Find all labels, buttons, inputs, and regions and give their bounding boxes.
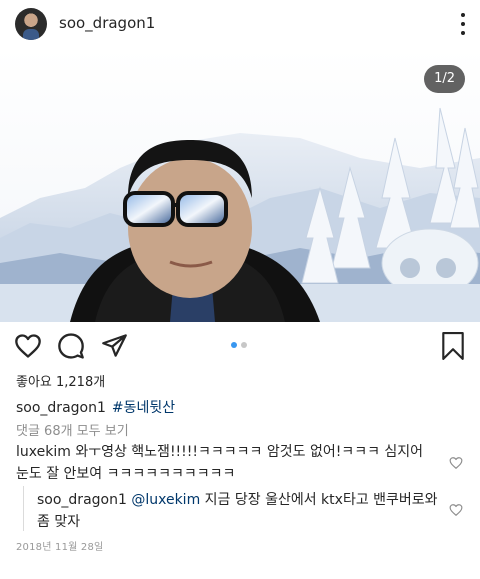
reply-username[interactable]: soo_dragon1 <box>37 492 127 508</box>
bookmark-icon[interactable] <box>440 332 466 360</box>
caption-hashtag[interactable]: #동네뒷산 <box>112 400 175 416</box>
post-photo[interactable]: 1/2 <box>0 48 480 322</box>
post-date: 2018년 11월 28일 <box>16 542 104 553</box>
comment-like-heart-icon[interactable] <box>449 456 463 470</box>
likes-count[interactable]: 좋아요 1,218개 <box>16 371 105 390</box>
carousel-indicator <box>231 342 247 348</box>
reply-comment: soo_dragon1 @luxekim 지금 당장 울산에서 ktx타고 밴쿠… <box>37 489 442 533</box>
comment: luxekim 와ㅜ영상 핵노잼!!!!!ㅋㅋㅋㅋㅋ 암것도 없어!ㅋㅋㅋ 심지… <box>16 441 431 485</box>
action-bar <box>0 330 480 364</box>
caption-username[interactable]: soo_dragon1 <box>16 400 106 416</box>
carousel-dot-active <box>231 342 237 348</box>
post-caption: soo_dragon1 #동네뒷산 <box>16 397 175 417</box>
post-username[interactable]: soo_dragon1 <box>59 14 155 32</box>
reply-mention[interactable]: @luxekim <box>131 492 200 508</box>
comment-icon[interactable] <box>57 332 85 360</box>
comment-text: 와ㅜ영상 핵노잼!!!!!ㅋㅋㅋㅋㅋ 암것도 없어!ㅋㅋㅋ 심지어 눈도 잘 안… <box>16 444 424 482</box>
more-options-icon[interactable] <box>459 13 467 35</box>
heart-icon[interactable] <box>14 332 42 360</box>
comment-username[interactable]: luxekim <box>16 444 71 460</box>
reply-thread: soo_dragon1 @luxekim 지금 당장 울산에서 ktx타고 밴쿠… <box>23 486 443 531</box>
snowy-mountain-selfie-image <box>0 48 480 322</box>
paper-plane-icon[interactable] <box>101 332 128 359</box>
carousel-counter: 1/2 <box>424 65 465 93</box>
reply-like-heart-icon[interactable] <box>449 503 463 517</box>
post-header: soo_dragon1 <box>0 0 480 48</box>
avatar[interactable] <box>15 8 47 40</box>
carousel-dot <box>241 342 247 348</box>
view-all-comments-link[interactable]: 댓글 68개 모두 보기 <box>16 420 129 439</box>
